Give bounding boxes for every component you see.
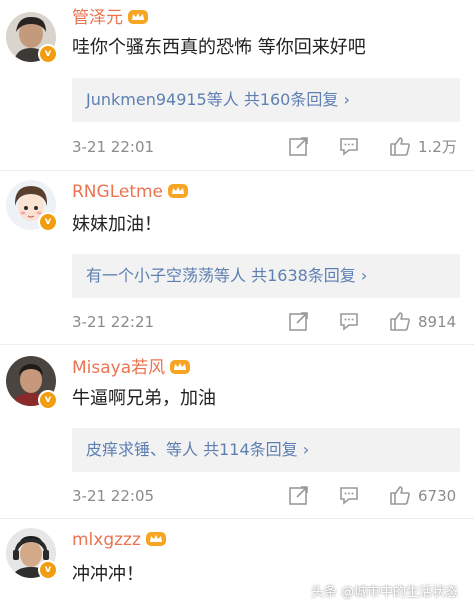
- comment-item: v Misaya若风 牛逼啊兄弟，加油 皮痒求锤、等人 共114条回复 › 3-…: [0, 350, 474, 510]
- thumbs-up-icon[interactable]: [389, 135, 411, 157]
- comment-icon[interactable]: [338, 310, 360, 332]
- thumbs-up-icon[interactable]: [389, 310, 411, 332]
- crown-vip-icon: [168, 184, 189, 198]
- divider: [0, 518, 474, 519]
- replies-text: 有一个小子空荡荡等人 共1638条回复 ›: [86, 266, 368, 285]
- verified-badge-icon: v: [38, 212, 58, 232]
- like-count: 8914: [418, 313, 457, 331]
- replies-link[interactable]: 有一个小子空荡荡等人 共1638条回复 ›: [72, 254, 460, 298]
- replies-link[interactable]: 皮痒求锤、等人 共114条回复 ›: [72, 428, 460, 472]
- timestamp: 3-21 22:01: [72, 138, 155, 156]
- verified-badge-icon: v: [38, 390, 58, 410]
- replies-text: 皮痒求锤、等人 共114条回复 ›: [86, 440, 310, 459]
- forward-icon[interactable]: [288, 484, 310, 506]
- comment-item: v 管泽元 哇你个骚东西真的恐怖 等你回来好吧 Junkmen94915等人 共…: [0, 0, 474, 160]
- divider: [0, 170, 474, 171]
- crown-vip-icon: [145, 532, 166, 546]
- comment-icon[interactable]: [338, 484, 360, 506]
- timestamp: 3-21 22:21: [72, 313, 155, 331]
- username[interactable]: 管泽元: [72, 8, 149, 28]
- divider: [0, 344, 474, 345]
- crown-vip-icon: [128, 10, 148, 24]
- username[interactable]: mlxgzzz: [72, 530, 167, 550]
- comment-item: v RNGLetme 妹妹加油！ 有一个小子空荡荡等人 共1638条回复 › 3…: [0, 176, 474, 336]
- comment-text: 妹妹加油！: [72, 214, 162, 235]
- timestamp: 3-21 22:05: [72, 487, 155, 505]
- verified-badge-icon: v: [38, 44, 58, 64]
- username[interactable]: Misaya若风: [72, 358, 191, 378]
- like-count: 6730: [418, 487, 457, 505]
- comment-footer: 3-21 22:21 8914: [72, 310, 467, 334]
- thumbs-up-icon[interactable]: [389, 484, 411, 506]
- comment-text: 冲冲冲！: [72, 564, 144, 585]
- crown-vip-icon: [170, 360, 191, 374]
- replies-text: Junkmen94915等人 共160条回复 ›: [86, 90, 350, 109]
- comment-icon[interactable]: [338, 135, 360, 157]
- comment-text: 哇你个骚东西真的恐怖 等你回来好吧: [72, 37, 366, 58]
- replies-link[interactable]: Junkmen94915等人 共160条回复 ›: [72, 78, 460, 122]
- comment-text: 牛逼啊兄弟，加油: [72, 388, 216, 409]
- watermark: 头条 @城市中的生活状态: [310, 585, 458, 600]
- verified-badge-icon: v: [38, 560, 58, 580]
- comment-footer: 3-21 22:05 6730: [72, 484, 467, 508]
- username[interactable]: RNGLetme: [72, 182, 189, 202]
- forward-icon[interactable]: [288, 310, 310, 332]
- like-count: 1.2万: [418, 138, 457, 156]
- comment-footer: 3-21 22:01 1.2万: [72, 135, 467, 159]
- forward-icon[interactable]: [288, 135, 310, 157]
